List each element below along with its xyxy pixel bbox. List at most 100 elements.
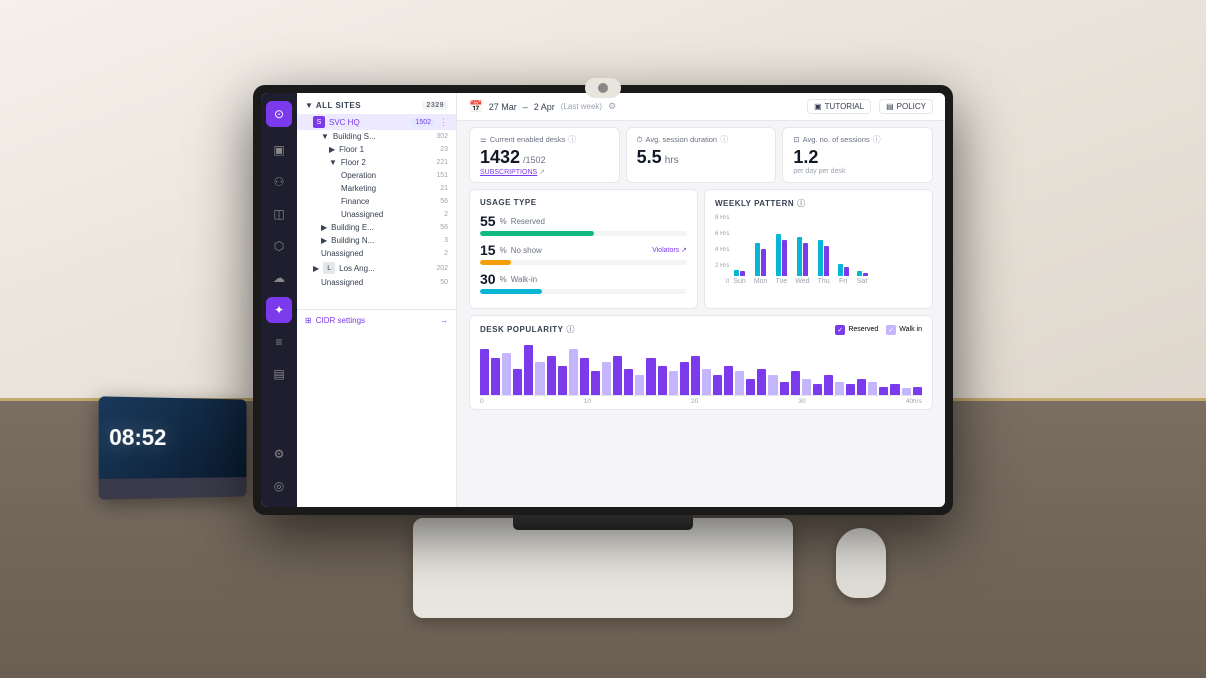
nav-item-unassigned1[interactable]: Unassigned 2 [297, 208, 456, 221]
weekly-bar2-wed [803, 243, 808, 276]
date-range: 📅 27 Mar – 2 Apr (Last week) ⚙ [469, 100, 616, 113]
weekly-label-thu: Thu [818, 278, 830, 285]
nav-item-losang[interactable]: ▶ L Los Ang... 202 [297, 260, 456, 276]
nav-losang-count: 202 [436, 265, 448, 272]
losang-icon: L [323, 262, 335, 274]
nav-unassigned1-count: 2 [444, 211, 448, 218]
sidebar-icon-chart[interactable]: ⬡ [266, 233, 292, 259]
usage-type-card: USAGE TYPE 55 % Reserved [469, 189, 698, 309]
sessions-info-icon[interactable]: ⓘ [873, 134, 881, 145]
sidebar-icon-cloud[interactable]: ☁ [266, 265, 292, 291]
nav-item-building-e[interactable]: ▶ Building E... 56 [297, 221, 456, 234]
usage-item-noshow: 15 % No show Violators ↗ [480, 242, 687, 265]
stat-desks-label: ⚌ Current enabled desks ⓘ [480, 134, 609, 145]
sidebar-icon-data[interactable]: ▤ [266, 361, 292, 387]
usage-bar-fill-noshow [480, 260, 511, 265]
sidebar-icon-logo[interactable]: ⊙ [266, 101, 292, 127]
desk-pop-bar-8 [569, 349, 578, 395]
nav-svchq-menu[interactable]: ⋮ [439, 117, 448, 128]
nav-item-building-n[interactable]: ▶ Building N... 3 [297, 234, 456, 247]
nav-finance-count: 56 [440, 198, 448, 205]
usage-item-reserved: 55 % Reserved [480, 213, 687, 236]
sidebar-icon-building[interactable]: ▣ [266, 137, 292, 163]
policy-icon: ▤ [886, 102, 894, 111]
charts-row: USAGE TYPE 55 % Reserved [457, 189, 945, 315]
desk-pop-bar-15 [646, 358, 655, 395]
week-label: (Last week) [561, 102, 602, 111]
sidebar-icon-user[interactable]: ◎ [266, 473, 292, 499]
desk-pop-bar-39 [913, 387, 922, 395]
duration-icon: ⏱ [637, 135, 643, 145]
nav-item-svchq[interactable]: S SVC HQ 1502 ⋮ [297, 114, 456, 130]
floor2-expand[interactable]: ▼ [329, 158, 337, 167]
weekly-label-mon: Mon [754, 278, 768, 285]
nav-item-building-s[interactable]: ▼ Building S... 302 [297, 130, 456, 143]
stats-row: ⚌ Current enabled desks ⓘ 1432 /1502 SUB… [457, 121, 945, 189]
usage-bar-fill-walkin [480, 289, 542, 294]
weekly-bars-mon [755, 243, 766, 276]
laptop-screen: 08:52 [99, 396, 247, 479]
nav-building-s-count: 302 [436, 133, 448, 140]
nav-item-finance[interactable]: Finance 56 [297, 195, 456, 208]
desk-popularity-info-icon[interactable]: ⓘ [567, 324, 576, 335]
sidebar-icon-calendar[interactable]: ◫ [266, 201, 292, 227]
stat-card-desks: ⚌ Current enabled desks ⓘ 1432 /1502 SUB… [469, 127, 620, 183]
sidebar-icon-people[interactable]: ⚇ [266, 169, 292, 195]
weekly-pattern-info-icon[interactable]: ⓘ [797, 198, 806, 209]
floor1-expand[interactable]: ▶ [329, 145, 335, 154]
sidebar-icon-light[interactable]: ✦ [266, 297, 292, 323]
nav-item-operation[interactable]: Operation 151 [297, 169, 456, 182]
weekly-y-axis: 8 Hrs 6 Hrs 4 Hrs 2 Hrs 0 [715, 215, 729, 285]
desk-pop-bar-29 [802, 379, 811, 395]
weekly-bar1-sun [734, 270, 739, 276]
stat-sessions-sub: per day per desk [793, 168, 922, 175]
building-e-expand[interactable]: ▶ [321, 223, 327, 232]
building-n-expand[interactable]: ▶ [321, 236, 327, 245]
nav-building-e-label: Building E... [331, 223, 374, 232]
desk-pop-bar-20 [702, 369, 711, 395]
nav-building-s-label: Building S... [333, 132, 376, 141]
duration-info-icon[interactable]: ⓘ [720, 134, 728, 145]
sidebar-icon-settings[interactable]: ⚙ [266, 441, 292, 467]
desk-pop-bar-14 [635, 375, 644, 395]
weekly-bar2-sat [863, 273, 868, 276]
violators-link[interactable]: Violators ↗ [652, 246, 687, 254]
weekly-bar1-wed [797, 237, 802, 276]
desks-info-icon[interactable]: ⓘ [568, 134, 576, 145]
weekly-day-thu: Thu [818, 240, 830, 285]
desk-pop-bar-30 [813, 384, 822, 395]
weekly-bar1-thu [818, 240, 823, 276]
date-settings-icon[interactable]: ⚙ [608, 101, 616, 112]
legend-reserved: ✓ Reserved [835, 325, 878, 335]
nav-floor2-label: Floor 2 [341, 158, 366, 167]
policy-button[interactable]: ▤ POLICY [879, 99, 933, 114]
weekly-bar2-tue [782, 240, 787, 276]
stat-sessions-label: ⊡ Avg. no. of sessions ⓘ [793, 134, 922, 145]
desk-popularity-chart: 0 10 20 30 40hrs [480, 341, 922, 401]
sidebar-icon-list[interactable]: ≡ [266, 329, 292, 355]
nav-cidr-settings[interactable]: ⊞ CIDR settings → [297, 309, 456, 331]
desk-pop-bar-35 [868, 382, 877, 395]
nav-item-floor1[interactable]: ▶ Floor 1 23 [297, 143, 456, 156]
nav-item-marketing[interactable]: Marketing 21 [297, 182, 456, 195]
weekly-label-sun: Sun [733, 278, 745, 285]
nav-item-floor2[interactable]: ▼ Floor 2 221 [297, 156, 456, 169]
weekly-bars-wed [797, 237, 808, 276]
losang-expand[interactable]: ▶ [313, 264, 319, 273]
sessions-icon: ⊡ [793, 135, 799, 144]
desk-pop-bar-36 [879, 387, 888, 395]
weekly-bar2-thu [824, 246, 829, 276]
weekly-bars-fri [838, 264, 849, 276]
weekly-bar1-tue [776, 234, 781, 276]
stat-duration-label: ⏱ Avg. session duration ⓘ [637, 134, 766, 145]
nav-item-unassigned3[interactable]: Unassigned 50 [297, 276, 456, 289]
tutorial-button[interactable]: ▣ TUTORIAL [807, 99, 871, 114]
webcam [585, 78, 621, 98]
nav-svchq-label: SVC HQ [329, 118, 360, 127]
nav-unassigned1-label: Unassigned [341, 210, 383, 219]
nav-item-unassigned2[interactable]: Unassigned 2 [297, 247, 456, 260]
desk-popularity-header: DESK POPULARITY ⓘ ✓ Reserved ✓ Walk in [480, 324, 922, 335]
desk-pop-bar-9 [580, 358, 589, 395]
nav-floor1-label: Floor 1 [339, 145, 364, 154]
building-s-expand[interactable]: ▼ [321, 132, 329, 141]
